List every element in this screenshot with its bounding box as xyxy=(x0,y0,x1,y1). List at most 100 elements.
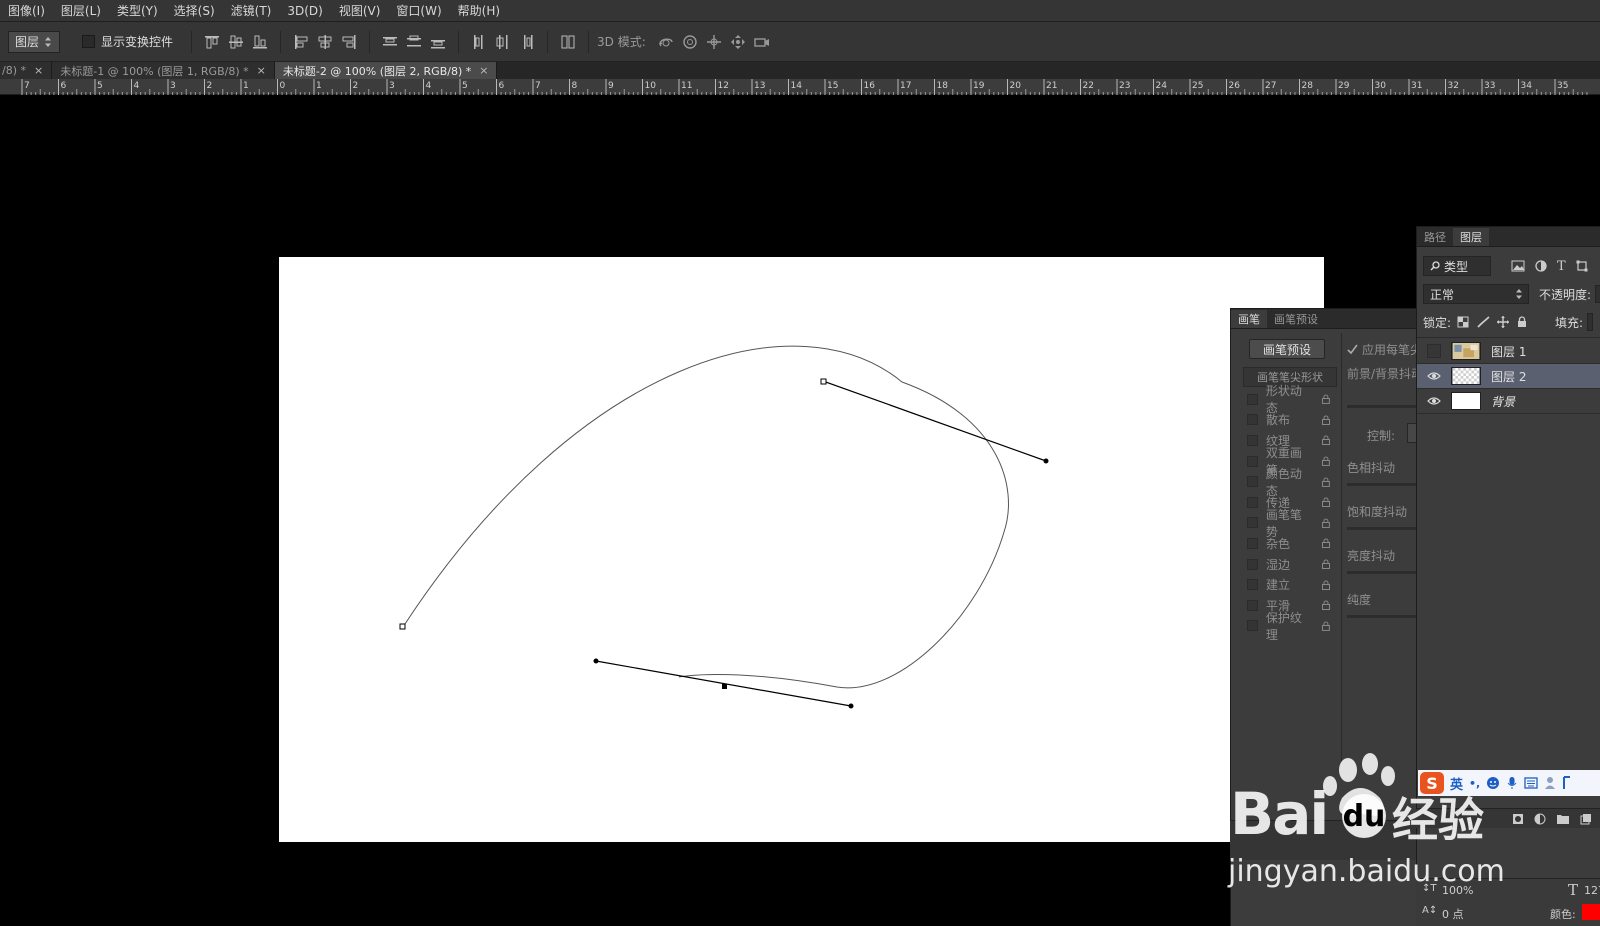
option-checkbox[interactable] xyxy=(1247,414,1258,426)
layer-row-selected[interactable]: 图层 2 xyxy=(1417,364,1600,389)
opacity-input[interactable] xyxy=(1595,285,1600,303)
option-checkbox[interactable] xyxy=(1247,517,1258,529)
menu-select[interactable]: 选择(S) xyxy=(166,0,223,22)
pen-path[interactable] xyxy=(279,257,1324,842)
distribute-vcenter-icon[interactable] xyxy=(405,33,423,51)
camera-3d-icon[interactable] xyxy=(753,33,771,51)
layer-filter-dropdown[interactable]: 类型 xyxy=(1423,256,1491,276)
lock-icon[interactable] xyxy=(1321,477,1331,487)
sogou-logo[interactable]: S xyxy=(1420,772,1444,794)
auto-align-icon[interactable] xyxy=(559,33,577,51)
image-filter-icon[interactable] xyxy=(1511,260,1525,272)
brush-option-wet-edges[interactable]: 湿边 xyxy=(1237,554,1337,575)
menu-type[interactable]: 类型(Y) xyxy=(109,0,166,22)
type-filter-icon[interactable]: T xyxy=(1557,259,1566,274)
vertical-scale-value[interactable]: 100% xyxy=(1442,884,1473,897)
option-checkbox[interactable] xyxy=(1247,579,1258,591)
option-checkbox[interactable] xyxy=(1247,496,1258,508)
fill-input[interactable] xyxy=(1587,313,1594,331)
purity-slider[interactable] xyxy=(1347,615,1421,618)
brush-option-protect-texture[interactable]: 保护纹理 xyxy=(1237,611,1337,642)
option-checkbox[interactable] xyxy=(1247,393,1258,405)
lock-pixels-icon[interactable] xyxy=(1477,316,1491,328)
menu-3d[interactable]: 3D(D) xyxy=(279,0,330,22)
ime-language[interactable]: 英 xyxy=(1450,774,1463,793)
text-size-value[interactable]: 127 xyxy=(1584,884,1600,897)
close-icon[interactable]: × xyxy=(34,64,43,77)
apply-per-tip-row[interactable]: 应用每笔尖 xyxy=(1347,341,1422,358)
direction-handle-point[interactable] xyxy=(848,703,854,709)
lock-icon[interactable] xyxy=(1321,621,1331,631)
menu-filter[interactable]: 滤镜(T) xyxy=(223,0,280,22)
align-hcenter-icon[interactable] xyxy=(316,33,334,51)
checkmark-icon[interactable] xyxy=(1347,344,1358,355)
eye-icon[interactable] xyxy=(1427,396,1441,406)
lock-icon[interactable] xyxy=(1321,600,1331,611)
align-bottom-icon[interactable] xyxy=(251,33,269,51)
saturation-jitter-slider[interactable] xyxy=(1347,527,1421,530)
pan-3d-icon[interactable] xyxy=(705,33,723,51)
lock-icon[interactable] xyxy=(1321,518,1331,528)
lock-icon[interactable] xyxy=(1321,394,1331,405)
align-vcenter-icon[interactable] xyxy=(227,33,245,51)
lock-icon[interactable] xyxy=(1321,435,1331,446)
tab-brush[interactable]: 画笔 xyxy=(1231,310,1267,328)
document-canvas[interactable] xyxy=(279,257,1324,842)
option-checkbox[interactable] xyxy=(1247,434,1258,446)
lock-icon[interactable] xyxy=(1321,559,1331,570)
auto-select-dropdown[interactable]: 图层 xyxy=(8,30,60,53)
blend-mode-dropdown[interactable]: 正常 xyxy=(1423,284,1530,304)
option-checkbox[interactable] xyxy=(1247,455,1258,467)
brush-option-brush-pose[interactable]: 画笔笔势 xyxy=(1237,508,1337,539)
menu-window[interactable]: 窗口(W) xyxy=(388,0,449,22)
lock-icon[interactable] xyxy=(1321,497,1331,508)
tab-brush-presets[interactable]: 画笔预设 xyxy=(1267,310,1325,328)
baseline-shift-value[interactable]: 0 点 xyxy=(1442,906,1464,922)
layer-row[interactable]: 背景 xyxy=(1417,389,1600,414)
option-checkbox[interactable] xyxy=(1247,599,1258,611)
brush-option-scatter[interactable]: 散布 xyxy=(1237,410,1337,431)
brush-option-noise[interactable]: 杂色 xyxy=(1237,533,1337,554)
align-top-icon[interactable] xyxy=(203,33,221,51)
horizontal-ruler[interactable]: 7 6 5 4 3 2 1 0 1 2 3 4 5 6 7 8 9 10 11 12 13 14 15 16 17 18 19 20 2… xyxy=(0,79,1600,95)
show-transform-checkbox[interactable] xyxy=(82,35,95,48)
folder-icon[interactable] xyxy=(1556,813,1570,825)
text-color-swatch[interactable] xyxy=(1582,904,1600,920)
brush-presets-button[interactable]: 画笔预设 xyxy=(1249,339,1325,359)
distribute-bottom-icon[interactable] xyxy=(429,33,447,51)
tab-layers[interactable]: 图层 xyxy=(1453,228,1489,246)
option-checkbox[interactable] xyxy=(1247,476,1258,488)
align-right-icon[interactable] xyxy=(340,33,358,51)
rotate-3d-icon[interactable] xyxy=(657,33,675,51)
anchor-point[interactable] xyxy=(399,623,406,630)
visibility-toggle-off[interactable] xyxy=(1427,344,1441,358)
menu-layer[interactable]: 图层(L) xyxy=(53,0,109,22)
lock-icon[interactable] xyxy=(1321,538,1331,549)
brush-option-shape-dynamics[interactable]: 形状动态 xyxy=(1237,384,1337,415)
align-left-icon[interactable] xyxy=(292,33,310,51)
anchor-point[interactable] xyxy=(820,378,827,385)
tools-icon[interactable] xyxy=(1562,776,1572,790)
distribute-top-icon[interactable] xyxy=(381,33,399,51)
lock-icon[interactable] xyxy=(1321,456,1331,466)
eye-icon[interactable] xyxy=(1427,371,1441,381)
brush-option-color-dynamics[interactable]: 颜色动态 xyxy=(1237,467,1337,498)
brush-option-build-up[interactable]: 建立 xyxy=(1237,574,1337,595)
mask-icon[interactable] xyxy=(1512,813,1524,825)
slide-3d-icon[interactable] xyxy=(729,33,747,51)
microphone-icon[interactable] xyxy=(1506,776,1518,790)
adjustment-layer-icon[interactable] xyxy=(1534,813,1546,825)
emoji-icon[interactable] xyxy=(1486,776,1500,790)
menu-image[interactable]: 图像(I) xyxy=(0,0,53,22)
menu-view[interactable]: 视图(V) xyxy=(331,0,389,22)
option-checkbox[interactable] xyxy=(1247,558,1258,570)
shape-filter-icon[interactable] xyxy=(1576,260,1588,272)
menu-help[interactable]: 帮助(H) xyxy=(450,0,508,22)
direction-handle-point[interactable] xyxy=(1043,458,1049,464)
hue-jitter-slider[interactable] xyxy=(1347,483,1421,486)
close-icon[interactable]: × xyxy=(257,64,266,77)
lock-all-icon[interactable] xyxy=(1517,316,1527,328)
option-checkbox[interactable] xyxy=(1247,620,1258,632)
layer-row[interactable]: 图层 1 xyxy=(1417,339,1600,364)
fg-bg-jitter-slider[interactable] xyxy=(1347,405,1421,408)
